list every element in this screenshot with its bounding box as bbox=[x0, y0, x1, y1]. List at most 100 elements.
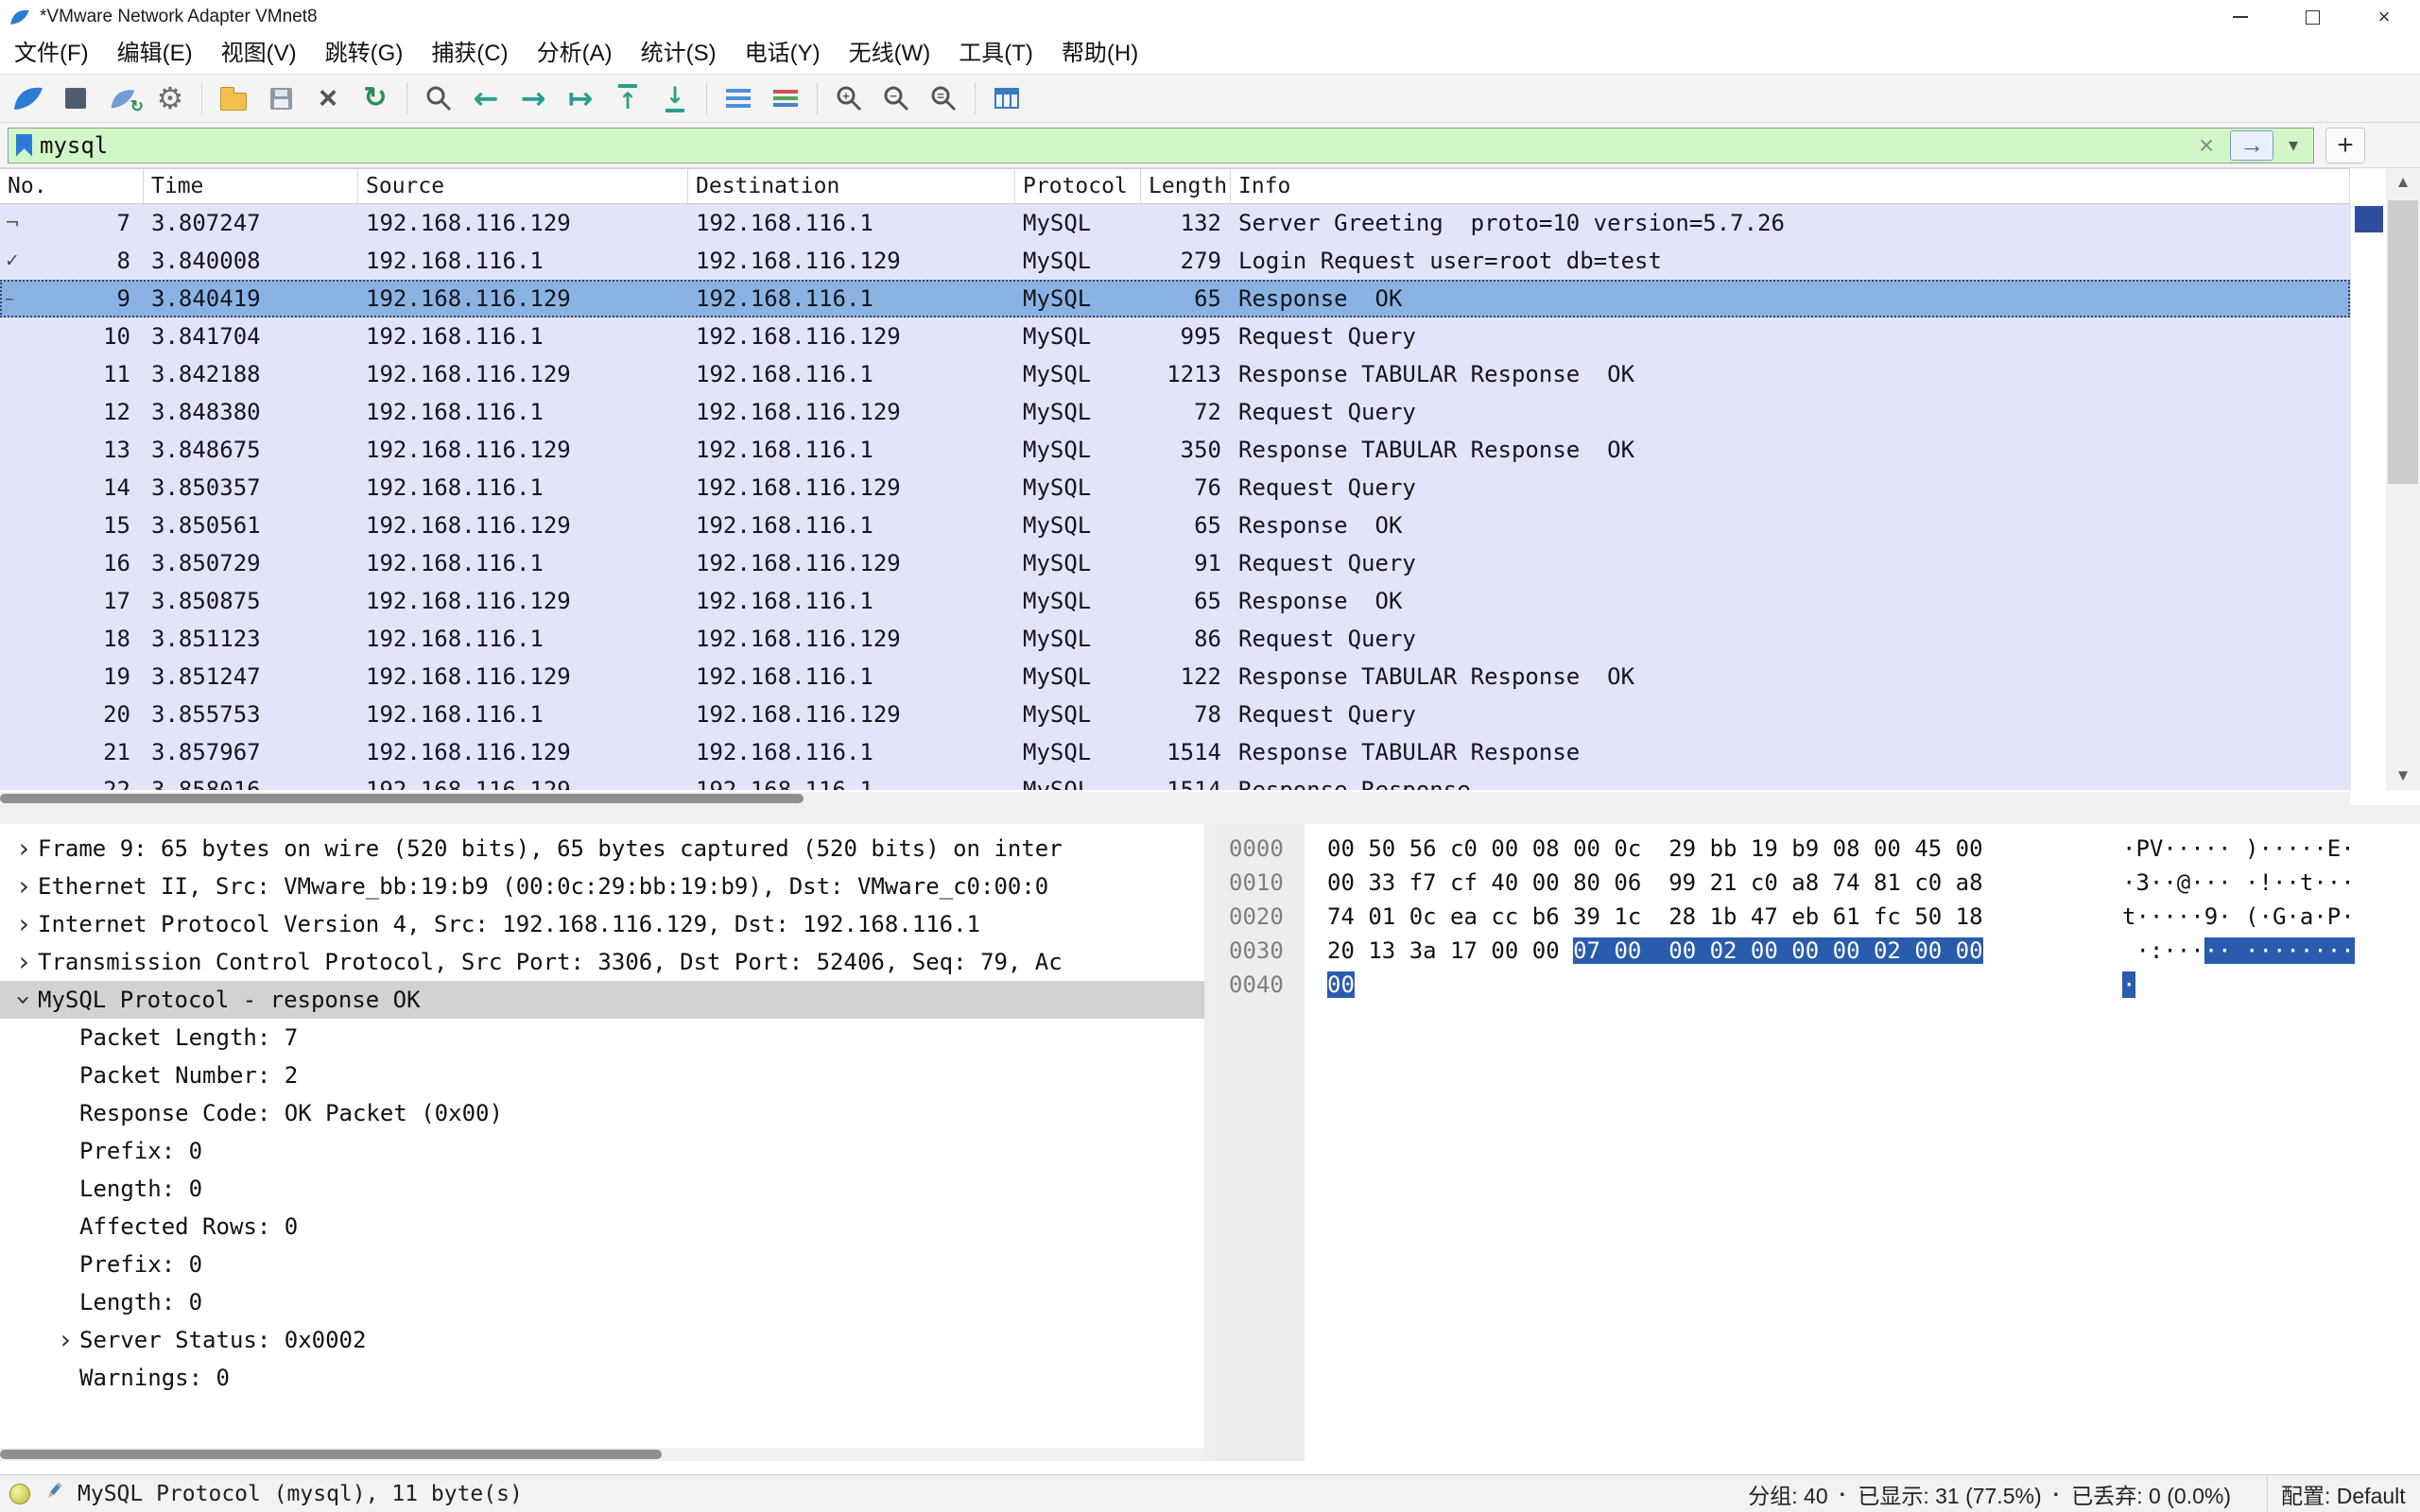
column-header-src[interactable]: Source bbox=[358, 169, 688, 203]
menu-item-5[interactable]: 分析(A) bbox=[523, 34, 627, 74]
detail-row[interactable]: Packet Length: 7 bbox=[0, 1019, 1204, 1057]
scroll-up-arrow-icon[interactable]: ▲ bbox=[2386, 168, 2420, 197]
details-scrollbar-thumb[interactable] bbox=[0, 1450, 662, 1459]
column-header-time[interactable]: Time bbox=[144, 169, 358, 203]
detail-row[interactable]: Response Code: OK Packet (0x00) bbox=[0, 1094, 1204, 1132]
packet-row[interactable]: 7 ¬ 3.807247 192.168.116.129 192.168.116.1 My… bbox=[0, 204, 2350, 242]
menu-item-3[interactable]: 跳转(G) bbox=[311, 34, 418, 74]
column-header-dst[interactable]: Destination bbox=[688, 169, 1015, 203]
close-button[interactable]: × bbox=[2348, 0, 2420, 34]
detail-row[interactable]: Length: 0 bbox=[0, 1283, 1204, 1321]
hex-bytes[interactable]: 20 13 3a 17 00 00 07 00 00 02 00 00 00 0… bbox=[1327, 934, 1983, 968]
restart-capture-button[interactable]: ↻ bbox=[102, 77, 144, 119]
collapse-arrow-icon[interactable]: › bbox=[9, 986, 40, 1014]
detail-row[interactable]: › Ethernet II, Src: VMware_bb:19:b9 (00:0… bbox=[0, 868, 1204, 905]
go-to-packet-button[interactable]: ↦ bbox=[560, 77, 601, 119]
minimize-button[interactable] bbox=[2204, 0, 2276, 34]
expand-arrow-icon[interactable]: › bbox=[9, 873, 38, 900]
hex-ascii[interactable]: ·PV····· )·····E· bbox=[2122, 832, 2355, 866]
filter-apply-button[interactable]: → bbox=[2230, 129, 2273, 161]
menu-item-4[interactable]: 捕获(C) bbox=[417, 34, 522, 74]
hex-ascii[interactable]: t·····9· (·G·a·P· bbox=[2122, 900, 2355, 934]
detail-row[interactable]: Packet Number: 2 bbox=[0, 1057, 1204, 1094]
close-file-button[interactable]: × bbox=[307, 77, 349, 119]
packet-row[interactable]: 15 3.850561 192.168.116.129 192.168.116.1 My… bbox=[0, 507, 2350, 544]
packet-list-horizontal-scrollbar[interactable] bbox=[0, 792, 2350, 805]
column-header-info[interactable]: Info bbox=[1231, 169, 2350, 203]
packet-row[interactable]: 12 3.848380 192.168.116.1 192.168.116.129 My… bbox=[0, 393, 2350, 431]
zoom-in-button[interactable]: + bbox=[828, 77, 870, 119]
go-to-bottom-button[interactable]: ↓ bbox=[654, 77, 696, 119]
start-capture-button[interactable] bbox=[8, 77, 49, 119]
packet-row[interactable]: 18 3.851123 192.168.116.1 192.168.116.129 My… bbox=[0, 620, 2350, 658]
filter-bookmark-icon[interactable] bbox=[16, 133, 32, 157]
vertical-scrollbar-thumb[interactable] bbox=[2388, 200, 2418, 484]
packet-row[interactable]: 19 3.851247 192.168.116.129 192.168.116.1 My… bbox=[0, 658, 2350, 696]
hex-bytes[interactable]: 00 50 56 c0 00 08 00 0c 29 bb 19 b9 08 0… bbox=[1327, 832, 1983, 866]
expert-info-icon[interactable] bbox=[9, 1484, 30, 1504]
scroll-down-arrow-icon[interactable]: ▼ bbox=[2386, 762, 2420, 790]
packet-list-vertical-scrollbar[interactable]: ▲ ▼ bbox=[2386, 168, 2420, 790]
menu-item-7[interactable]: 电话(Y) bbox=[731, 34, 835, 74]
zoom-reset-button[interactable]: = bbox=[923, 77, 964, 119]
status-profile[interactable]: 配置: Default bbox=[2267, 1475, 2406, 1512]
hex-ascii[interactable]: ·3··@··· ·!··t··· bbox=[2122, 866, 2355, 900]
find-packet-button[interactable] bbox=[418, 77, 459, 119]
detail-row[interactable]: › Internet Protocol Version 4, Src: 192.1… bbox=[0, 905, 1204, 943]
detail-row[interactable]: Prefix: 0 bbox=[0, 1246, 1204, 1283]
colorize-packets-button[interactable] bbox=[765, 77, 806, 119]
expand-arrow-icon[interactable]: › bbox=[51, 1327, 79, 1353]
menu-item-2[interactable]: 视图(V) bbox=[207, 34, 311, 74]
menu-item-6[interactable]: 统计(S) bbox=[627, 34, 731, 74]
hex-row[interactable]: 0020 74 01 0c ea cc b6 39 1c 28 1b 47 eb … bbox=[1214, 900, 2420, 934]
detail-row[interactable]: Length: 0 bbox=[0, 1170, 1204, 1208]
filter-add-button[interactable]: + bbox=[2325, 127, 2365, 163]
packet-list-minimap[interactable] bbox=[2350, 204, 2386, 790]
hex-row[interactable]: 0000 00 50 56 c0 00 08 00 0c 29 bb 19 b9 … bbox=[1214, 832, 2420, 866]
hex-row[interactable]: 0030 20 13 3a 17 00 00 07 00 00 02 00 00 … bbox=[1214, 934, 2420, 968]
column-header-len[interactable]: Length bbox=[1141, 169, 1231, 203]
display-filter-field[interactable]: × → ▾ bbox=[8, 127, 2314, 163]
hex-ascii[interactable]: ·:····· ········ bbox=[2122, 934, 2355, 968]
menu-item-1[interactable]: 编辑(E) bbox=[103, 34, 207, 74]
packet-row[interactable]: 21 3.857967 192.168.116.129 192.168.116.1 My… bbox=[0, 733, 2350, 771]
save-file-button[interactable] bbox=[260, 77, 302, 119]
filter-input[interactable] bbox=[40, 128, 2183, 163]
zoom-out-button[interactable]: − bbox=[875, 77, 917, 119]
go-to-top-button[interactable]: ↑ bbox=[607, 77, 648, 119]
packet-row[interactable]: 16 3.850729 192.168.116.1 192.168.116.129 My… bbox=[0, 544, 2350, 582]
detail-row[interactable]: › Server Status: 0x0002 bbox=[0, 1321, 1204, 1359]
expand-arrow-icon[interactable]: › bbox=[9, 835, 38, 862]
auto-scroll-button[interactable] bbox=[717, 77, 759, 119]
hex-bytes[interactable]: 74 01 0c ea cc b6 39 1c 28 1b 47 eb 61 f… bbox=[1327, 900, 1983, 934]
detail-row[interactable]: Prefix: 0 bbox=[0, 1132, 1204, 1170]
detail-row[interactable]: › Frame 9: 65 bytes on wire (520 bits), 6… bbox=[0, 830, 1204, 868]
hex-row[interactable]: 0040 00 · bbox=[1214, 968, 2420, 1002]
detail-row[interactable]: › MySQL Protocol - response OK bbox=[0, 981, 1204, 1019]
open-file-button[interactable] bbox=[213, 77, 254, 119]
pane-splitter[interactable] bbox=[0, 805, 2420, 824]
horizontal-scrollbar-thumb[interactable] bbox=[0, 794, 804, 803]
go-back-button[interactable]: ← bbox=[465, 77, 507, 119]
packet-row[interactable]: 10 3.841704 192.168.116.1 192.168.116.129 My… bbox=[0, 318, 2350, 355]
menu-item-0[interactable]: 文件(F) bbox=[0, 34, 103, 74]
menu-item-9[interactable]: 工具(T) bbox=[944, 34, 1047, 74]
column-header-proto[interactable]: Protocol bbox=[1015, 169, 1141, 203]
stop-capture-button[interactable] bbox=[55, 77, 96, 119]
detail-row[interactable]: › Transmission Control Protocol, Src Port… bbox=[0, 943, 1204, 981]
maximize-button[interactable] bbox=[2276, 0, 2348, 34]
capture-comment-icon[interactable] bbox=[43, 1481, 64, 1507]
packet-row[interactable]: 22 3.858016 192.168.116.129 192.168.116.1 My… bbox=[0, 771, 2350, 790]
packet-row[interactable]: 11 3.842188 192.168.116.129 192.168.116.1 My… bbox=[0, 355, 2350, 393]
resize-columns-button[interactable] bbox=[986, 77, 1028, 119]
packet-row[interactable]: 14 3.850357 192.168.116.1 192.168.116.129 My… bbox=[0, 469, 2350, 507]
expand-arrow-icon[interactable]: › bbox=[9, 911, 38, 937]
reload-file-button[interactable]: ↻ bbox=[354, 77, 396, 119]
details-horizontal-scrollbar[interactable] bbox=[0, 1448, 1204, 1461]
menu-item-10[interactable]: 帮助(H) bbox=[1047, 34, 1152, 74]
hex-bytes[interactable]: 00 bbox=[1327, 968, 1355, 1002]
filter-dropdown-icon[interactable]: ▾ bbox=[2281, 133, 2306, 157]
packet-row[interactable]: 9– 3.840419 192.168.116.129 192.168.116.1 My… bbox=[0, 280, 2350, 318]
packet-row[interactable]: 13 3.848675 192.168.116.129 192.168.116.1 My… bbox=[0, 431, 2350, 469]
column-header-no[interactable]: No. bbox=[0, 169, 144, 203]
